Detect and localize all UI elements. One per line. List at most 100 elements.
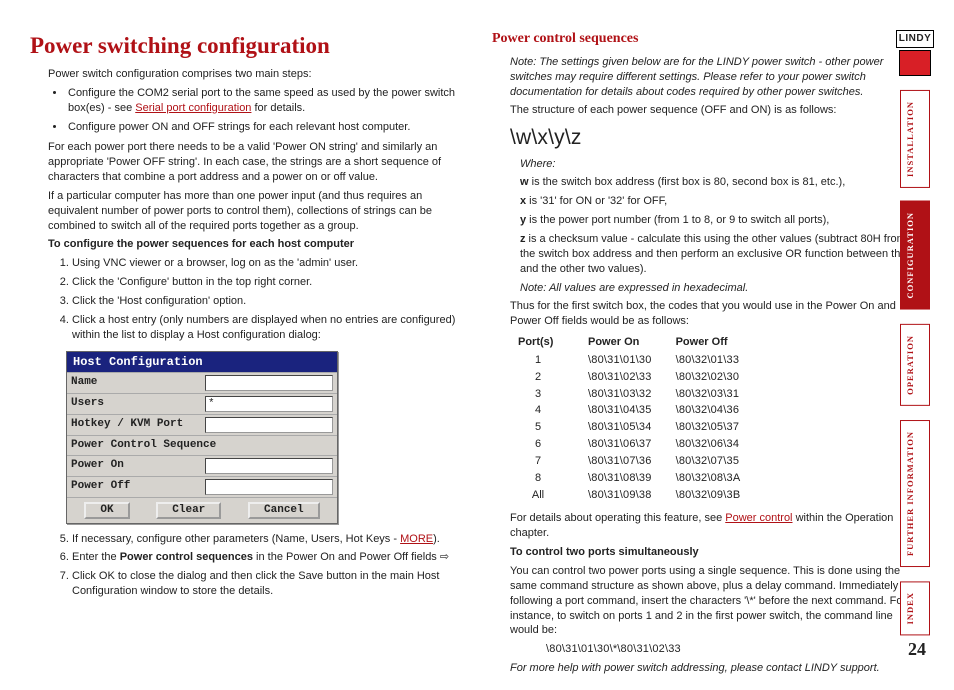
step-item: If necessary, configure other parameters… <box>72 532 462 547</box>
cell-power-on: \80\31\09\38 <box>588 487 676 504</box>
logo-square-icon <box>899 50 931 76</box>
table-row: 4\80\31\04\35\80\32\04\36 <box>518 402 764 419</box>
cell-power-off: \80\32\04\36 <box>676 402 765 419</box>
paragraph: For each power port there needs to be a … <box>48 140 462 185</box>
cell-power-on: \80\31\01\30 <box>588 352 676 369</box>
cell-power-on: \80\31\05\34 <box>588 419 676 436</box>
step-item: Enter the Power control sequences in the… <box>72 550 462 565</box>
where-item: x is '31' for ON or '32' for OFF, <box>520 194 924 209</box>
sub-heading: To configure the power sequences for eac… <box>48 237 462 252</box>
left-column: Power switching configuration Power swit… <box>30 30 462 680</box>
cell-power-on: \80\31\03\32 <box>588 386 676 403</box>
right-column: Power control sequences Note: The settin… <box>492 30 924 680</box>
intro-text: Power switch configuration comprises two… <box>48 67 462 82</box>
cell-power-on: \80\31\04\35 <box>588 402 676 419</box>
cell-port: 8 <box>518 470 588 487</box>
cell-port: 2 <box>518 369 588 386</box>
cell-port: 1 <box>518 352 588 369</box>
paragraph: Thus for the first switch box, the codes… <box>510 299 924 329</box>
command-example: \80\31\01\30\*\80\31\02\33 <box>546 642 924 657</box>
tab-installation[interactable]: INSTALLATION <box>900 90 930 188</box>
table-row: 8\80\31\08\39\80\32\08\3A <box>518 470 764 487</box>
lindy-logo: LINDY <box>894 30 936 76</box>
note-text: Note: All values are expressed in hexade… <box>520 281 924 296</box>
sub-heading: To control two ports simultaneously <box>510 545 924 560</box>
where-item: y is the power port number (from 1 to 8,… <box>520 213 924 228</box>
table-row: All\80\31\09\38\80\32\09\3B <box>518 487 764 504</box>
field-label-pcs: Power Control Sequence <box>67 436 337 455</box>
cell-power-off: \80\32\01\33 <box>676 352 765 369</box>
dialog-title: Host Configuration <box>67 352 337 372</box>
cell-power-off: \80\32\05\37 <box>676 419 765 436</box>
name-input[interactable] <box>205 375 333 391</box>
side-tabs: LINDY INSTALLATION CONFIGURATION OPERATI… <box>894 30 936 635</box>
paragraph: You can control two power ports using a … <box>510 564 924 638</box>
where-item: z is a checksum value - calculate this u… <box>520 232 924 277</box>
power-on-input[interactable] <box>205 458 333 474</box>
table-row: 6\80\31\06\37\80\32\06\34 <box>518 436 764 453</box>
cell-port: 4 <box>518 402 588 419</box>
paragraph: The structure of each power sequence (OF… <box>510 103 924 118</box>
cell-power-off: \80\32\06\34 <box>676 436 765 453</box>
cell-port: 6 <box>518 436 588 453</box>
section-heading: Power control sequences <box>492 30 924 49</box>
paragraph: If a particular computer has more than o… <box>48 189 462 234</box>
table-row: 5\80\31\05\34\80\32\05\37 <box>518 419 764 436</box>
clear-button[interactable]: Clear <box>156 502 221 519</box>
users-input[interactable]: * <box>205 396 333 412</box>
cell-power-off: \80\32\02\30 <box>676 369 765 386</box>
cell-power-off: \80\32\03\31 <box>676 386 765 403</box>
cell-port: All <box>518 487 588 504</box>
th-port: Port(s) <box>518 333 588 352</box>
page-number: 24 <box>908 637 926 661</box>
note-text: Note: The settings given below are for t… <box>510 55 924 100</box>
cell-power-off: \80\32\07\35 <box>676 453 765 470</box>
tab-index[interactable]: INDEX <box>900 581 930 635</box>
cell-port: 7 <box>518 453 588 470</box>
link-serial-port-config[interactable]: Serial port configuration <box>135 102 251 114</box>
paragraph: For details about operating this feature… <box>510 511 924 541</box>
cell-power-on: \80\31\07\36 <box>588 453 676 470</box>
table-row: 1\80\31\01\30\80\32\01\33 <box>518 352 764 369</box>
table-row: 2\80\31\02\33\80\32\02\30 <box>518 369 764 386</box>
where-item: w is the switch box address (first box i… <box>520 175 924 190</box>
field-label-power-on: Power On <box>67 456 205 475</box>
host-config-dialog: Host Configuration Name Users * Hotkey /… <box>66 351 338 524</box>
cell-power-on: \80\31\06\37 <box>588 436 676 453</box>
table-row: 7\80\31\07\36\80\32\07\35 <box>518 453 764 470</box>
step-item: Click the 'Host configuration' option. <box>72 294 462 309</box>
bullet-item: Configure the COM2 serial port to the sa… <box>66 86 462 116</box>
cell-power-off: \80\32\08\3A <box>676 470 765 487</box>
th-power-on: Power On <box>588 333 676 352</box>
step-item: Click OK to close the dialog and then cl… <box>72 569 462 599</box>
power-codes-table: Port(s) Power On Power Off 1\80\31\01\30… <box>518 333 764 503</box>
page-title: Power switching configuration <box>30 30 462 61</box>
cancel-button[interactable]: Cancel <box>248 502 320 519</box>
cell-power-off: \80\32\09\3B <box>676 487 765 504</box>
field-label-name: Name <box>67 373 205 392</box>
tab-further-information[interactable]: FURTHER INFORMATION <box>900 420 930 567</box>
field-label-power-off: Power Off <box>67 477 205 496</box>
th-power-off: Power Off <box>676 333 765 352</box>
sequence-format: \w\x\y\z <box>510 124 924 152</box>
step-item: Using VNC viewer or a browser, log on as… <box>72 256 462 271</box>
arrow-right-icon: ⇨ <box>440 551 449 563</box>
field-label-hotkey: Hotkey / KVM Port <box>67 415 205 434</box>
step-item: Click the 'Configure' button in the top … <box>72 275 462 290</box>
ok-button[interactable]: OK <box>84 502 129 519</box>
step-item: Click a host entry (only numbers are dis… <box>72 313 462 343</box>
tab-operation[interactable]: OPERATION <box>900 324 930 406</box>
cell-port: 5 <box>518 419 588 436</box>
tab-configuration[interactable]: CONFIGURATION <box>900 201 930 310</box>
table-row: 3\80\31\03\32\80\32\03\31 <box>518 386 764 403</box>
field-label-users: Users <box>67 394 205 413</box>
power-off-input[interactable] <box>205 479 333 495</box>
cell-power-on: \80\31\08\39 <box>588 470 676 487</box>
bullet-item: Configure power ON and OFF strings for e… <box>66 120 462 135</box>
link-more[interactable]: MORE <box>400 533 433 545</box>
cell-port: 3 <box>518 386 588 403</box>
link-power-control[interactable]: Power control <box>725 512 792 524</box>
help-text: For more help with power switch addressi… <box>510 661 924 676</box>
hotkey-input[interactable] <box>205 417 333 433</box>
where-label: Where: <box>520 157 924 172</box>
